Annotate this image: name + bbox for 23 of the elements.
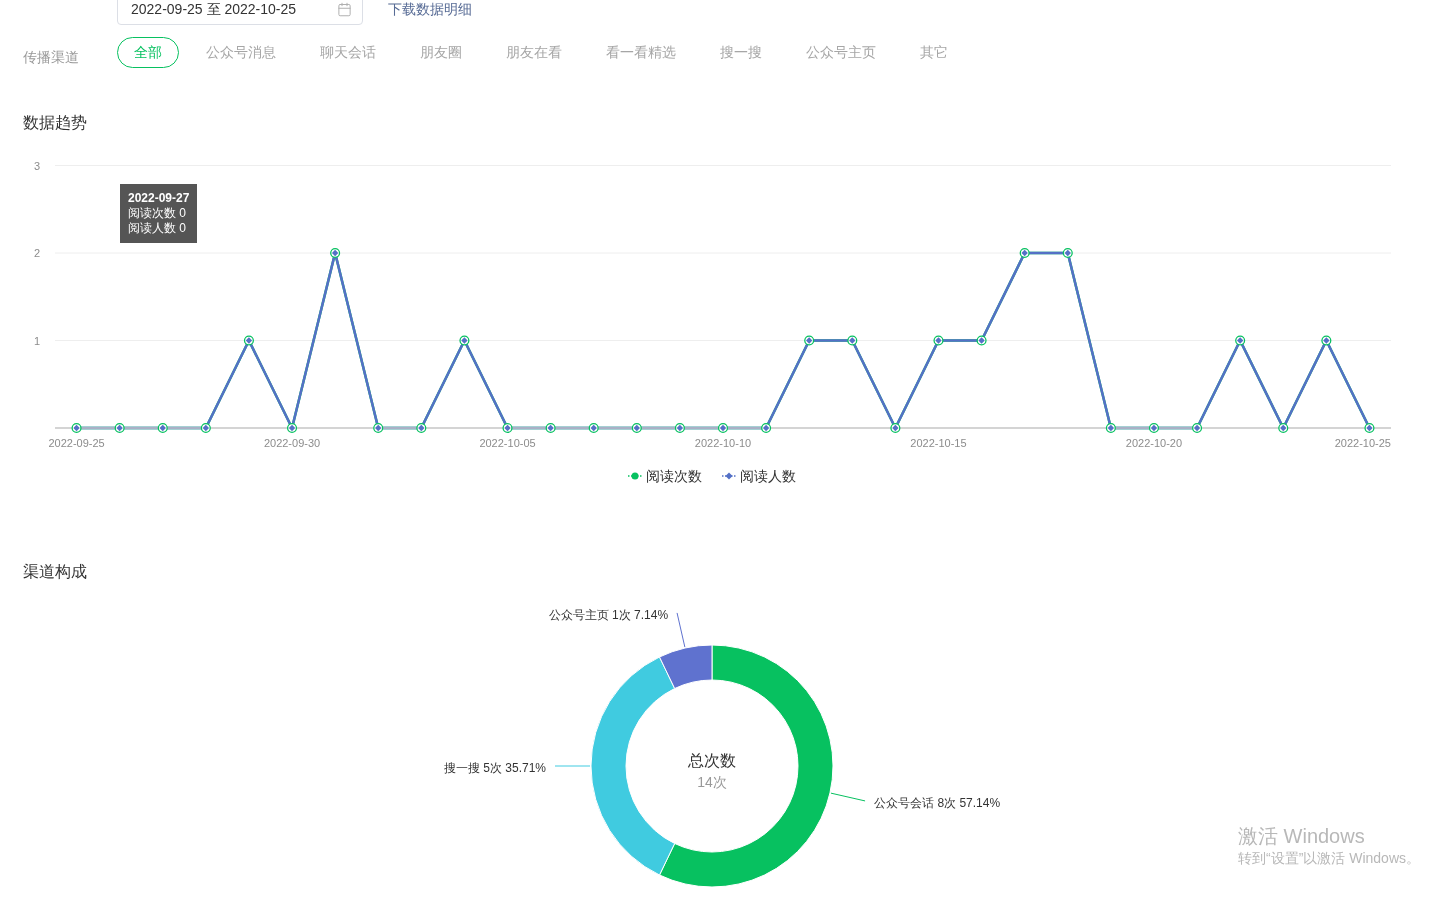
y-axis-label: 3 [33, 159, 40, 172]
x-axis-label: 2022-10-05 [479, 437, 536, 449]
x-axis-label: 2022-10-25 [1334, 437, 1391, 449]
tooltip-text: 阅读人数 0 [128, 221, 187, 236]
x-axis-label: 2022-10-15 [910, 437, 967, 449]
donut-center-value: 14次 [697, 774, 727, 790]
y-axis-label: 1 [33, 334, 40, 347]
section-title: 渠道构成 [23, 562, 88, 582]
tooltip-title: 2022-09-27 [128, 191, 190, 206]
section-title: 数据趋势 [23, 113, 88, 133]
x-axis-label: 2022-09-30 [263, 437, 321, 449]
activation-message: 转到“设置”以激活 Windows。 [1238, 849, 1420, 867]
x-axis-label: 2022-10-10 [694, 437, 752, 449]
y-axis-label: 2 [33, 247, 40, 259]
channel-label: 传播渠道 [23, 48, 80, 67]
x-axis-label: 2022-09-25 [48, 437, 105, 449]
slice-label: 搜一搜 5次 35.71% [443, 761, 546, 775]
slice-label: 公众号会话 8次 57.14% [874, 795, 1001, 810]
tooltip-text: 阅读次数 0 [128, 206, 187, 221]
slice-label: 公众号主页 1次 7.14% [548, 607, 669, 622]
activation-title: 激活 Windows [1238, 824, 1366, 849]
donut-center-title: 总次数 [688, 752, 736, 769]
x-axis-label: 2022-10-20 [1125, 437, 1183, 449]
